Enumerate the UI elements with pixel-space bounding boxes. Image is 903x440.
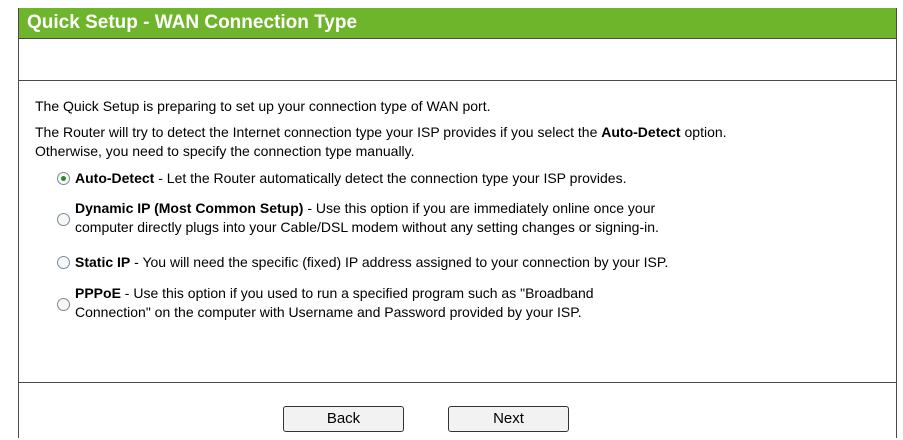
radio-pppoe[interactable]	[57, 298, 70, 311]
next-button[interactable]: Next	[448, 406, 569, 432]
divider-bottom	[19, 382, 896, 383]
divider-content-top	[19, 80, 896, 81]
option-pppoe[interactable]: PPPoE - Use this option if you used to r…	[75, 284, 594, 303]
radio-auto-detect[interactable]	[57, 172, 70, 185]
intro-line-3: Otherwise, you need to specify the conne…	[35, 143, 415, 159]
divider-top	[19, 38, 896, 39]
page-title: Quick Setup - WAN Connection Type	[19, 8, 896, 38]
option-static-ip[interactable]: Static IP - You will need the specific (…	[75, 253, 668, 272]
option-dynamic-ip-line-2: computer directly plugs into your Cable/…	[75, 219, 659, 235]
intro-line-1: The Quick Setup is preparing to set up y…	[35, 98, 491, 114]
option-auto-detect[interactable]: Auto-Detect - Let the Router automatical…	[75, 169, 626, 188]
quick-setup-panel: Quick Setup - WAN Connection Type The Qu…	[18, 8, 897, 438]
auto-detect-emphasis: Auto-Detect	[601, 124, 681, 140]
option-pppoe-line-2: Connection" on the computer with Usernam…	[75, 304, 582, 320]
intro-line-2: The Router will try to detect the Intern…	[35, 124, 727, 140]
radio-static-ip[interactable]	[57, 256, 70, 269]
radio-dynamic-ip[interactable]	[57, 213, 70, 226]
back-button[interactable]: Back	[283, 406, 404, 432]
option-dynamic-ip[interactable]: Dynamic IP (Most Common Setup) - Use thi…	[75, 199, 655, 218]
